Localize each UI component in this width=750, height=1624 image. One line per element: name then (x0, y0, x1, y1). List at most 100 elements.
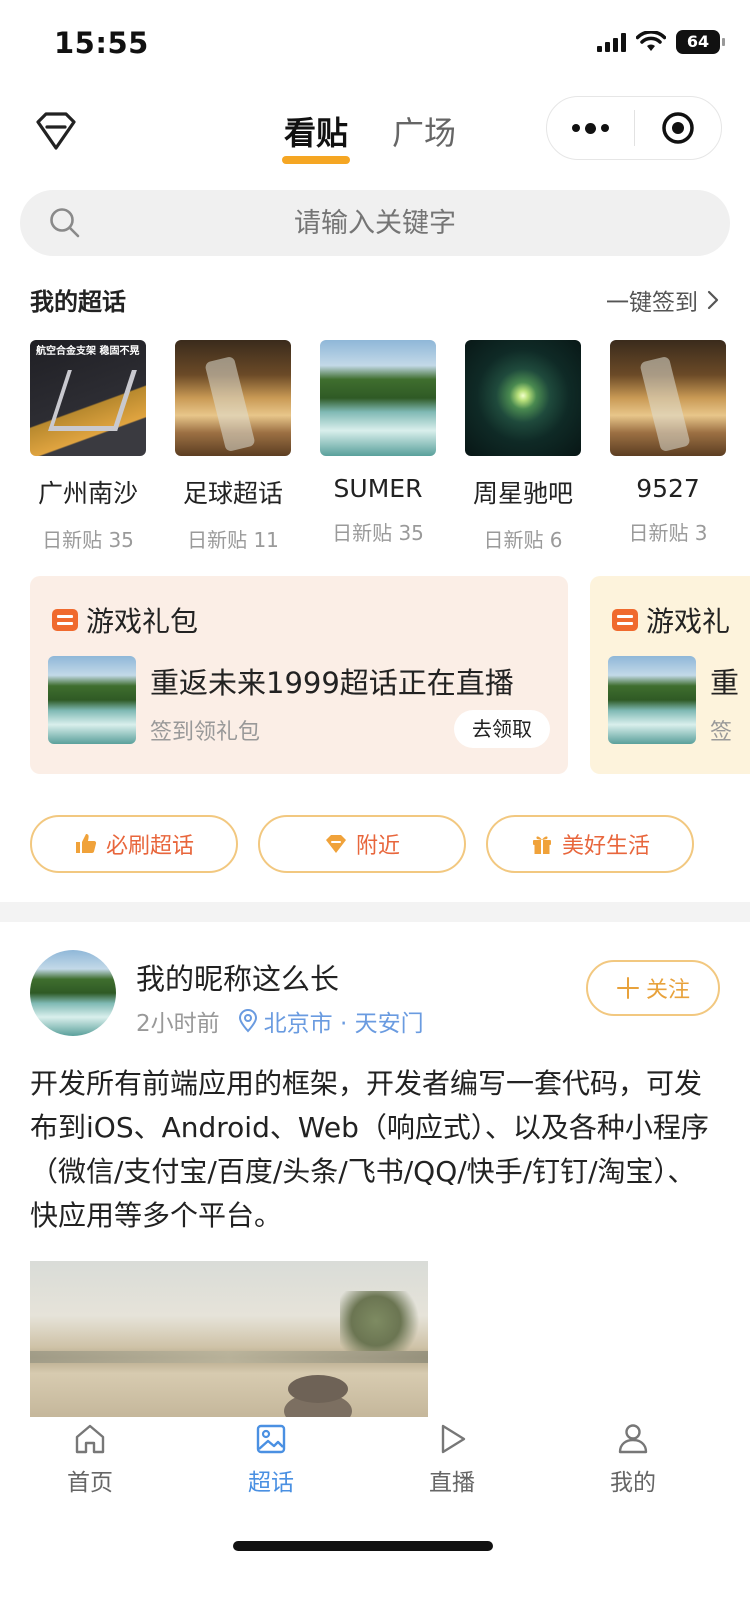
target-circle-icon (662, 112, 694, 144)
pill-nearby[interactable]: 附近 (258, 815, 466, 873)
tab-guangchang[interactable]: 广场 (392, 108, 456, 160)
section-divider (0, 902, 750, 922)
user-icon (618, 1424, 648, 1454)
topic-name: 广州南沙 (37, 479, 138, 508)
tab-label: 超话 (248, 1470, 294, 1496)
post-time: 2小时前 (136, 1011, 220, 1037)
topic-thumbnail (465, 340, 581, 456)
diamond-icon[interactable] (34, 110, 78, 154)
post-author-name[interactable]: 我的昵称这么长 (136, 956, 339, 998)
battery-icon: 64 (676, 30, 725, 54)
search-bar[interactable] (20, 190, 730, 256)
topic-item[interactable]: 周星驰吧 日新贴 6 (465, 340, 581, 553)
gift-subtitle: 签到领礼包 (150, 720, 261, 745)
gift-title: 重 (710, 666, 740, 700)
gift-title: 重返未来1999超话正在直播 (150, 666, 514, 700)
topic-thumbnail (175, 340, 291, 456)
post-location-label: 北京市 · 天安门 (263, 1011, 424, 1037)
topic-daily-count: 日新贴 3 (628, 521, 708, 545)
tab-label: 我的 (610, 1470, 656, 1496)
image-icon (256, 1424, 286, 1454)
topic-name: 足球超话 (182, 479, 283, 508)
post-content: 开发所有前端应用的框架，开发者编写一套代码，可发布到iOS、Android、We… (30, 1067, 709, 1232)
category-pills: 必刷超话 附近 美好生活 (30, 815, 694, 873)
topic-daily-count: 日新贴 6 (483, 528, 563, 552)
status-icons: 64 (597, 30, 725, 54)
gift-icon (532, 836, 551, 854)
status-bar: 15:55 64 (0, 0, 750, 90)
gift-card-header: 游戏礼包 (52, 600, 198, 640)
gift-card[interactable]: 游戏礼包 重返未来1999超话正在直播 签到领礼包 去领取 (30, 576, 568, 774)
topic-name: 9527 (636, 474, 700, 503)
nav-tabs: 看贴 广场 (281, 108, 456, 164)
topic-item[interactable]: 9527 日新贴 3 (610, 340, 726, 553)
wifi-icon (636, 31, 666, 51)
ticket-icon (612, 609, 638, 631)
post-location[interactable]: 北京市 · 天安门 (238, 1004, 424, 1038)
topic-thumbnail: 航空合金支架 稳固不晃 (30, 340, 146, 456)
gift-card-header-label: 游戏礼包 (86, 605, 199, 638)
tab-label: 首页 (67, 1470, 113, 1496)
ticket-icon (52, 609, 78, 631)
gift-thumbnail (48, 656, 136, 744)
topic-item[interactable]: 航空合金支架 稳固不晃 广州南沙 日新贴 35 (30, 340, 146, 553)
location-pin-icon (238, 1009, 257, 1033)
pill-good-life[interactable]: 美好生活 (486, 815, 694, 873)
tab-chaohua[interactable]: 超话 (211, 1421, 331, 1497)
pill-must-see[interactable]: 必刷超话 (30, 815, 238, 873)
search-input[interactable] (20, 207, 730, 239)
topic-item[interactable]: 足球超话 日新贴 11 (175, 340, 291, 553)
plus-icon (616, 977, 639, 999)
play-icon (441, 1424, 466, 1454)
mini-program-capsule (546, 96, 722, 160)
thumbnail-promo-text: 航空合金支架 稳固不晃 (36, 346, 140, 357)
follow-label: 关注 (645, 978, 690, 1003)
topic-item[interactable]: SUMER 日新贴 35 (320, 340, 436, 553)
topic-daily-count: 日新贴 35 (332, 521, 424, 545)
post-image-horizon (30, 1351, 428, 1363)
topic-name: 周星驰吧 (472, 479, 573, 508)
pill-label: 附近 (355, 834, 400, 859)
avatar[interactable] (30, 950, 116, 1036)
pill-label: 美好生活 (561, 834, 650, 859)
top-nav: 看贴 广场 (0, 94, 750, 174)
more-dots-icon (571, 122, 609, 134)
my-topics-header: 我的超话 一键签到 (30, 282, 720, 317)
gift-card-header: 游戏礼 (612, 600, 730, 640)
home-indicator (233, 1541, 493, 1551)
tab-kantie[interactable]: 看贴 (281, 108, 351, 164)
tab-live[interactable]: 直播 (392, 1421, 512, 1497)
topic-daily-count: 日新贴 11 (187, 528, 279, 552)
topic-daily-count: 日新贴 35 (42, 528, 134, 552)
gift-card[interactable]: 游戏礼 重 签 (590, 576, 750, 774)
topic-thumbnail (320, 340, 436, 456)
close-miniprogram-button[interactable] (635, 97, 722, 159)
tab-me[interactable]: 我的 (573, 1421, 693, 1497)
claim-button[interactable]: 去领取 (454, 710, 550, 748)
topic-name: SUMER (333, 474, 423, 503)
post-image[interactable] (30, 1261, 428, 1417)
pill-label: 必刷超话 (105, 834, 194, 859)
location-diamond-icon (325, 835, 346, 853)
thumbs-up-icon (75, 834, 97, 853)
topic-list: 航空合金支架 稳固不晃 广州南沙 日新贴 35 足球超话 日新贴 11 SUME… (30, 340, 750, 553)
chevron-right-icon (707, 290, 719, 309)
gift-thumbnail (608, 656, 696, 744)
home-icon (75, 1424, 105, 1454)
checkin-all-button[interactable]: 一键签到 (606, 283, 720, 317)
more-button[interactable] (547, 97, 634, 159)
search-icon (50, 208, 80, 238)
tab-label: 直播 (429, 1470, 475, 1496)
gift-subtitle: 签 (710, 720, 733, 745)
follow-button[interactable]: 关注 (586, 960, 720, 1016)
checkin-label: 一键签到 (606, 289, 698, 316)
status-time: 15:55 (54, 26, 149, 60)
tab-home[interactable]: 首页 (30, 1421, 150, 1497)
gift-card-header-label: 游戏礼 (646, 605, 731, 638)
topic-thumbnail (610, 340, 726, 456)
cellular-signal-icon (597, 32, 626, 52)
section-title: 我的超话 (30, 288, 126, 316)
post-meta: 2小时前 北京市 · 天安门 (136, 1004, 424, 1038)
gift-card-carousel: 游戏礼包 重返未来1999超话正在直播 签到领礼包 去领取 游戏礼 重 签 (30, 576, 750, 774)
bottom-tab-bar: 首页 超话 直播 我的 (0, 1417, 750, 1624)
